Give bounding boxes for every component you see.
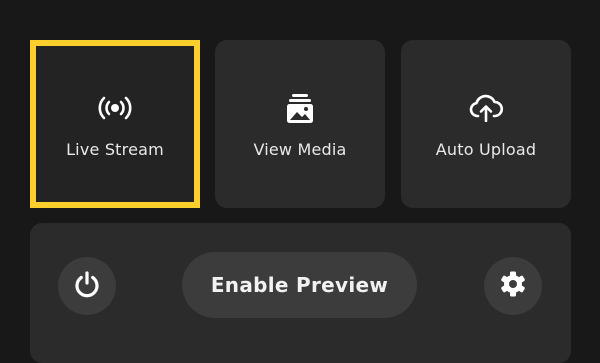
view-media-label: View Media: [253, 140, 347, 159]
power-button[interactable]: [58, 257, 116, 315]
power-icon: [72, 269, 102, 303]
view-media-tile[interactable]: View Media: [215, 40, 385, 208]
live-stream-label: Live Stream: [66, 140, 164, 159]
control-panel: Enable Preview: [30, 223, 571, 363]
gear-icon: [499, 270, 527, 302]
broadcast-icon: [97, 92, 133, 124]
cloud-upload-icon: [469, 92, 503, 124]
live-stream-tile[interactable]: Live Stream: [30, 40, 200, 208]
settings-button[interactable]: [484, 257, 542, 315]
enable-preview-button[interactable]: Enable Preview: [182, 252, 417, 318]
media-gallery-icon: [287, 92, 313, 124]
auto-upload-tile[interactable]: Auto Upload: [401, 40, 571, 208]
auto-upload-label: Auto Upload: [435, 140, 537, 159]
